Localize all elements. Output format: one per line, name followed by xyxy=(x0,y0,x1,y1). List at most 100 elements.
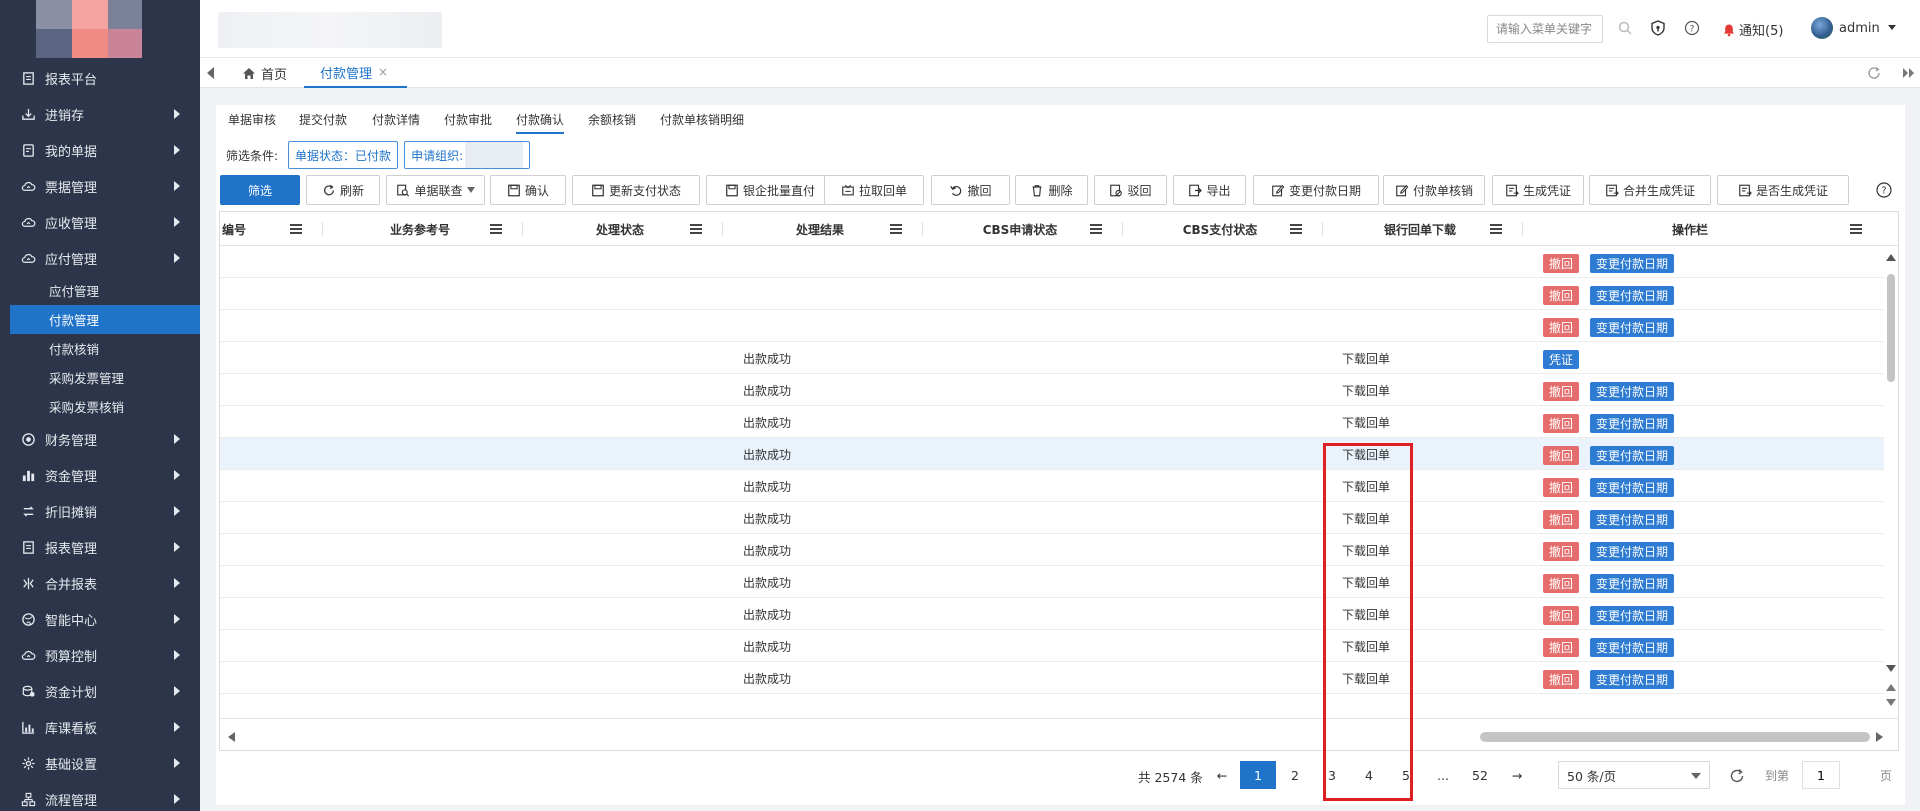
page-2-button[interactable]: 2 xyxy=(1277,761,1313,789)
withdraw-button[interactable]: 撤回 xyxy=(1543,446,1580,465)
refresh-icon[interactable] xyxy=(1867,66,1881,80)
sidebar-subitem-0[interactable]: 应付管理 xyxy=(0,276,200,305)
table-row[interactable]: 出款成功 下载回单 撤回 变更付款日期 xyxy=(220,438,1884,470)
tabs-scroll-left-icon[interactable] xyxy=(207,67,214,79)
notification-button[interactable]: 通知(5) xyxy=(1722,20,1783,39)
sidebar-item-1[interactable]: 进销存 xyxy=(0,96,200,132)
scroll-down-icon-2[interactable] xyxy=(1885,698,1897,708)
subtab-2[interactable]: 付款详情 xyxy=(372,111,420,128)
change-date-button[interactable]: 变更付款日期 xyxy=(1590,254,1675,273)
sidebar-item-4[interactable]: 应收管理 xyxy=(0,204,200,240)
tabs-scroll-right-icon[interactable] xyxy=(1901,66,1915,80)
subtab-0[interactable]: 单据审核 xyxy=(228,111,276,128)
column-header-3[interactable]: 处理结果 xyxy=(740,212,900,246)
subtab-5[interactable]: 余额核销 xyxy=(588,111,636,128)
download-receipt-link[interactable]: 下载回单 xyxy=(1342,470,1390,502)
change-date-button[interactable]: 变更付款日期 xyxy=(1590,478,1675,497)
subtab-3[interactable]: 付款审批 xyxy=(444,111,492,128)
table-row[interactable]: 撤回 变更付款日期 xyxy=(220,310,1884,342)
sidebar-item-after-2[interactable]: 折旧摊销 xyxy=(0,493,200,529)
subtab-1[interactable]: 提交付款 xyxy=(299,111,347,128)
sidebar-item-3[interactable]: 票据管理 xyxy=(0,168,200,204)
download-receipt-link[interactable]: 下载回单 xyxy=(1342,566,1390,598)
table-row[interactable]: 出款成功 下载回单 撤回 变更付款日期 xyxy=(220,534,1884,566)
toolbar-button-7[interactable]: 撤回 xyxy=(931,175,1010,205)
change-date-button[interactable]: 变更付款日期 xyxy=(1590,286,1675,305)
sidebar-subitem-2[interactable]: 付款核销 xyxy=(0,334,200,363)
goto-page-input[interactable] xyxy=(1802,761,1840,789)
scroll-left-icon[interactable] xyxy=(226,731,236,743)
withdraw-button[interactable]: 撤回 xyxy=(1543,638,1580,657)
table-row[interactable]: 出款成功 下载回单 撤回 变更付款日期 xyxy=(220,630,1884,662)
pagination-ellipsis[interactable]: ... xyxy=(1425,761,1461,789)
table-row[interactable]: 出款成功 下载回单 撤回 变更付款日期 xyxy=(220,566,1884,598)
sidebar-item-after-9[interactable]: 基础设置 xyxy=(0,745,200,781)
toolbar-button-3[interactable]: 确认 xyxy=(490,175,566,205)
subtab-4[interactable]: 付款确认 xyxy=(516,111,565,134)
change-date-button[interactable]: 变更付款日期 xyxy=(1590,542,1675,561)
column-header-7[interactable]: 操作栏 xyxy=(1610,212,1770,246)
withdraw-button[interactable]: 撤回 xyxy=(1543,414,1580,433)
filter-chip-status[interactable]: 单据状态：已付款 xyxy=(288,141,399,169)
sidebar-item-after-4[interactable]: 合并报表 xyxy=(0,565,200,601)
column-menu-icon[interactable] xyxy=(490,224,502,234)
toolbar-button-0[interactable]: 筛选 xyxy=(220,175,300,205)
sidebar-subitem-3[interactable]: 采购发票管理 xyxy=(0,363,200,392)
table-row[interactable]: 出款成功 下载回单 撤回 变更付款日期 xyxy=(220,662,1884,694)
page-1-button[interactable]: 1 xyxy=(1240,761,1276,789)
table-row[interactable]: 出款成功 下载回单 撤回 变更付款日期 xyxy=(220,406,1884,438)
toolbar-button-5[interactable]: 银企批量直付 xyxy=(706,175,834,205)
scroll-right-icon[interactable] xyxy=(1875,731,1885,743)
table-row[interactable]: 撤回 变更付款日期 xyxy=(220,278,1884,310)
column-menu-icon[interactable] xyxy=(690,224,702,234)
vertical-scrollbar[interactable] xyxy=(1884,246,1898,718)
prev-page-button[interactable]: ← xyxy=(1204,761,1240,789)
toolbar-button-14[interactable]: 合并生成凭证 xyxy=(1589,175,1711,205)
toolbar-button-13[interactable]: 生成凭证 xyxy=(1492,175,1584,205)
download-receipt-link[interactable]: 下载回单 xyxy=(1342,342,1390,374)
withdraw-button[interactable]: 撤回 xyxy=(1543,574,1580,593)
toolbar-button-15[interactable]: 是否生成凭证 xyxy=(1717,175,1849,205)
toolbar-button-9[interactable]: 驳回 xyxy=(1094,175,1167,205)
download-receipt-link[interactable]: 下载回单 xyxy=(1342,598,1390,630)
sidebar-item-after-1[interactable]: 资金管理 xyxy=(0,457,200,493)
close-icon[interactable]: × xyxy=(378,65,388,79)
page-4-button[interactable]: 4 xyxy=(1351,761,1387,789)
toolbar-button-11[interactable]: 变更付款日期 xyxy=(1253,175,1379,205)
change-date-button[interactable]: 变更付款日期 xyxy=(1590,606,1675,625)
column-header-4[interactable]: CBS申请状态 xyxy=(940,212,1100,246)
toolbar-button-2[interactable]: 单据联查 xyxy=(386,175,485,205)
download-receipt-link[interactable]: 下载回单 xyxy=(1342,502,1390,534)
withdraw-button[interactable]: 撤回 xyxy=(1543,606,1580,625)
tab-payment-management[interactable]: 付款管理 × xyxy=(304,58,407,88)
page-5-button[interactable]: 5 xyxy=(1388,761,1424,789)
toolbar-button-6[interactable]: 拉取回单 xyxy=(824,175,924,205)
horizontal-scrollbar[interactable] xyxy=(220,718,1898,750)
sidebar-item-5[interactable]: 应付管理 xyxy=(0,240,200,276)
sidebar-item-after-3[interactable]: 报表管理 xyxy=(0,529,200,565)
column-menu-icon[interactable] xyxy=(890,224,902,234)
voucher-button[interactable]: 凭证 xyxy=(1543,350,1580,369)
vertical-scroll-thumb[interactable] xyxy=(1887,274,1895,382)
scroll-down-icon[interactable] xyxy=(1885,664,1897,674)
sidebar-item-after-6[interactable]: 预算控制 xyxy=(0,637,200,673)
download-receipt-link[interactable]: 下载回单 xyxy=(1342,406,1390,438)
column-menu-icon[interactable] xyxy=(1090,224,1102,234)
withdraw-button[interactable]: 撤回 xyxy=(1543,318,1580,337)
withdraw-button[interactable]: 撤回 xyxy=(1543,478,1580,497)
change-date-button[interactable]: 变更付款日期 xyxy=(1590,446,1675,465)
column-header-0[interactable]: 编号 xyxy=(220,212,250,246)
toolbar-button-10[interactable]: 导出 xyxy=(1173,175,1246,205)
scroll-up-icon-2[interactable] xyxy=(1885,682,1897,692)
change-date-button[interactable]: 变更付款日期 xyxy=(1590,574,1675,593)
change-date-button[interactable]: 变更付款日期 xyxy=(1590,638,1675,657)
column-header-1[interactable]: 业务参考号 xyxy=(340,212,500,246)
column-menu-icon[interactable] xyxy=(1850,224,1862,234)
page-size-select[interactable]: 50 条/页 xyxy=(1558,761,1710,789)
pager-refresh-icon[interactable] xyxy=(1729,768,1745,784)
sidebar-item-after-7[interactable]: 资金计划 xyxy=(0,673,200,709)
withdraw-button[interactable]: 撤回 xyxy=(1543,670,1580,689)
table-row[interactable]: 出款成功 下载回单 撤回 变更付款日期 xyxy=(220,374,1884,406)
sidebar-item-after-5[interactable]: 智能中心 xyxy=(0,601,200,637)
download-receipt-link[interactable]: 下载回单 xyxy=(1342,630,1390,662)
